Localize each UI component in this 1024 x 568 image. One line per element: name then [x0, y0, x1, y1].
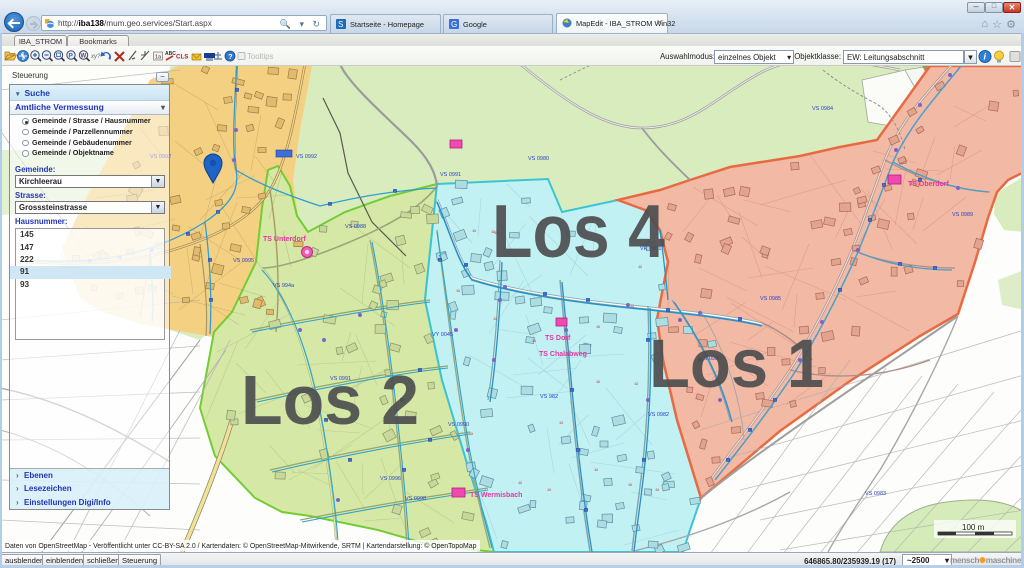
- svg-text:Los 2: Los 2: [241, 361, 419, 439]
- svg-text:P: P: [69, 53, 74, 60]
- svg-text:VS 0996: VS 0996: [380, 476, 401, 482]
- svg-text:S: S: [338, 20, 343, 29]
- svg-text:VS 0989: VS 0989: [952, 212, 973, 218]
- svg-text:VS 994a: VS 994a: [273, 283, 295, 289]
- svg-text:W: W: [81, 54, 87, 60]
- svg-text:VS 0998: VS 0998: [405, 496, 426, 502]
- svg-text:TS Unterdorf: TS Unterdorf: [263, 236, 306, 243]
- svg-text:TS Chalabweg: TS Chalabweg: [539, 351, 587, 358]
- svg-text:xy?: xy?: [90, 54, 101, 60]
- svg-text:TS Wermisbach: TS Wermisbach: [470, 492, 522, 499]
- svg-text:?: ?: [228, 52, 233, 61]
- svg-text:VS 0988: VS 0988: [345, 224, 366, 230]
- svg-text:1a: 1a: [155, 55, 162, 61]
- svg-text:VS 0985: VS 0985: [760, 296, 781, 302]
- svg-text:Daten von OpenStreetMap - Verö: Daten von OpenStreetMap - Veröffentlicht…: [5, 542, 477, 550]
- svg-text:VS 0984: VS 0984: [812, 106, 833, 112]
- svg-text:CLS: CLS: [176, 54, 188, 61]
- svg-text:VS 0980: VS 0980: [528, 156, 549, 162]
- svg-text:Los 1: Los 1: [649, 325, 824, 402]
- svg-text:100 m: 100 m: [962, 523, 985, 532]
- svg-text:TS Dorf: TS Dorf: [545, 335, 571, 342]
- svg-text:VS 0982: VS 0982: [648, 412, 669, 418]
- svg-text:VS 0983: VS 0983: [865, 491, 886, 497]
- svg-text:TS Oberdorf: TS Oberdorf: [908, 181, 950, 188]
- svg-text:VS 0990: VS 0990: [448, 422, 469, 428]
- svg-text:VS 0991: VS 0991: [440, 172, 461, 178]
- svg-text:VS 982: VS 982: [540, 394, 558, 400]
- svg-text:G: G: [451, 20, 457, 29]
- svg-text:VY 0045: VY 0045: [432, 332, 453, 338]
- svg-text:ABC: ABC: [165, 51, 176, 57]
- svg-text:VS 0992: VS 0992: [296, 154, 317, 160]
- svg-text:VS 0995: VS 0995: [233, 258, 254, 264]
- svg-text:Los 4: Los 4: [492, 189, 665, 273]
